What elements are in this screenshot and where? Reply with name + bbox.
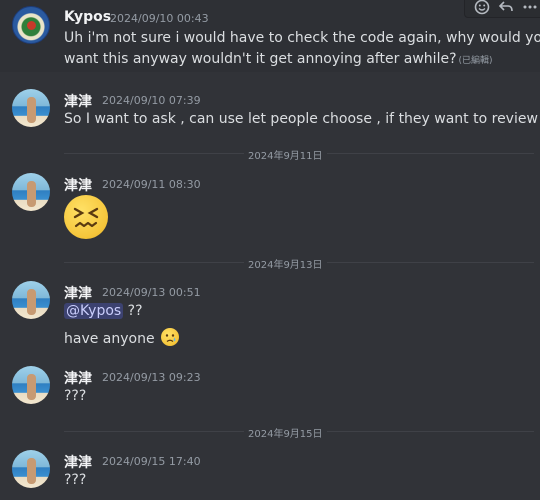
add-reaction-icon[interactable] (473, 0, 491, 16)
timestamp: 2024/09/13 09:23 (102, 371, 201, 384)
more-options-icon[interactable] (521, 0, 539, 16)
avatar[interactable] (12, 281, 50, 319)
message-text-line: have anyone (64, 328, 180, 347)
timestamp: 2024/09/10 07:39 (102, 94, 201, 107)
author-name[interactable]: 津津 (64, 175, 92, 195)
message-text: ?? (123, 303, 143, 319)
message-text: ??? (64, 388, 87, 404)
message-text-line: want this anyway wouldn't it get annoyin… (64, 51, 493, 67)
message-text: have anyone (64, 331, 155, 347)
author-name[interactable]: Kypos (64, 9, 111, 25)
avatar[interactable] (12, 366, 50, 404)
author-name[interactable]: 津津 (64, 283, 92, 303)
message-user-5[interactable]: 津津 2024/09/15 17:40 ??? (0, 445, 540, 500)
message-kypos-1[interactable]: Kypos 2024/09/10 00:43 Uh i'm not sure i… (0, 0, 540, 72)
date-divider-label: 2024年9月13日 (244, 256, 327, 271)
confounded-face-emoji[interactable] (64, 195, 108, 239)
message-user-1[interactable]: 津津 2024/09/10 07:39 So I want to ask , c… (0, 84, 540, 134)
message-text-line: @Kypos ?? (64, 303, 143, 319)
message-user-3[interactable]: 津津 2024/09/13 00:51 @Kypos ?? have anyon… (0, 276, 540, 352)
crying-face-emoji[interactable] (161, 328, 180, 346)
timestamp: 2024/09/11 08:30 (102, 178, 201, 191)
avatar[interactable] (12, 450, 50, 488)
message-toolbar (464, 0, 540, 18)
date-divider-label: 2024年9月11日 (244, 147, 327, 162)
message-text: want this anyway wouldn't it get annoyin… (64, 51, 457, 67)
author-name[interactable]: 津津 (64, 91, 92, 111)
author-name[interactable]: 津津 (64, 452, 92, 472)
message-text: So I want to ask , can use let people ch… (64, 111, 540, 127)
avatar[interactable] (12, 89, 50, 127)
avatar[interactable] (12, 6, 50, 44)
reply-icon[interactable] (497, 0, 515, 16)
timestamp: 2024/09/10 00:43 (110, 12, 209, 25)
timestamp: 2024/09/15 17:40 (102, 455, 201, 468)
message-text: ??? (64, 472, 87, 488)
timestamp: 2024/09/13 00:51 (102, 286, 201, 299)
message-text-line: Uh i'm not sure i would have to check th… (64, 30, 540, 46)
author-name[interactable]: 津津 (64, 368, 92, 388)
date-divider-label: 2024年9月15日 (244, 425, 327, 440)
avatar[interactable] (12, 173, 50, 211)
edited-label: (已編輯) (458, 56, 493, 66)
user-mention[interactable]: @Kypos (64, 303, 124, 319)
message-user-4[interactable]: 津津 2024/09/13 09:23 ??? (0, 361, 540, 411)
